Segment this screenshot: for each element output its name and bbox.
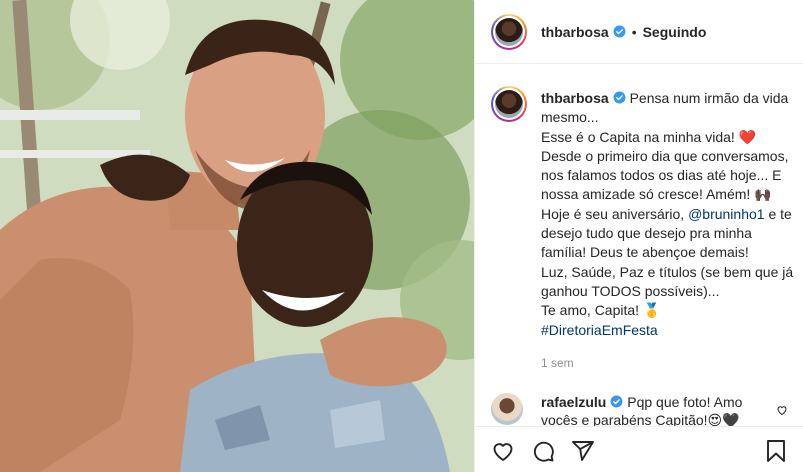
share-icon[interactable]: [571, 439, 595, 463]
caption-line: Te amo, Capita! 🥇: [541, 302, 661, 319]
caption-username[interactable]: thbarbosa: [541, 90, 609, 106]
caption-text: thbarbosa Pensa num irmão da vida mesmo.…: [541, 89, 796, 373]
verified-badge-icon: [610, 395, 623, 408]
bookmark-icon[interactable]: [764, 439, 788, 463]
hashtag-link[interactable]: #DiretoriaEmFesta: [541, 322, 658, 338]
post-header: thbarbosa • Seguindo: [475, 0, 803, 64]
verified-badge-icon: [613, 25, 626, 38]
commenter-avatar[interactable]: [491, 393, 523, 425]
verified-badge-icon: [613, 91, 626, 104]
action-bar: [475, 426, 803, 472]
mention-link[interactable]: @bruninho1: [688, 206, 765, 222]
author-username[interactable]: thbarbosa: [541, 24, 609, 40]
post-photo[interactable]: [0, 0, 474, 472]
commenter-username[interactable]: rafaelzulu: [541, 394, 606, 410]
caption-line: Luz, Saúde, Paz e títulos (se bem que já…: [541, 263, 794, 299]
heart-icon[interactable]: [491, 439, 515, 463]
comment-like-heart-icon[interactable]: [776, 403, 788, 416]
time-ago[interactable]: 1 sem: [541, 354, 796, 373]
comment-icon[interactable]: [531, 439, 555, 463]
following-button[interactable]: Seguindo: [643, 24, 707, 40]
caption-line: Esse é o Capita na minha vida! ❤️: [541, 128, 757, 145]
comment-item: rafaelzulu Pqp que foto! Amo vocês e par…: [491, 393, 796, 429]
separator-dot: •: [631, 23, 637, 40]
post-caption: thbarbosa Pensa num irmão da vida mesmo.…: [491, 86, 796, 373]
comment-text: rafaelzulu Pqp que foto! Amo vocês e par…: [541, 393, 766, 429]
caption-line: Desde o primeiro dia que conversamos, no…: [541, 147, 789, 203]
caption-author-avatar[interactable]: [491, 86, 527, 122]
photo-illustration: [0, 0, 474, 472]
post-details-panel: thbarbosa • Seguindo thbarbosa Pensa num…: [474, 0, 803, 472]
author-avatar[interactable]: [491, 13, 527, 50]
caption-line: Hoje é seu aniversário,: [541, 205, 685, 222]
